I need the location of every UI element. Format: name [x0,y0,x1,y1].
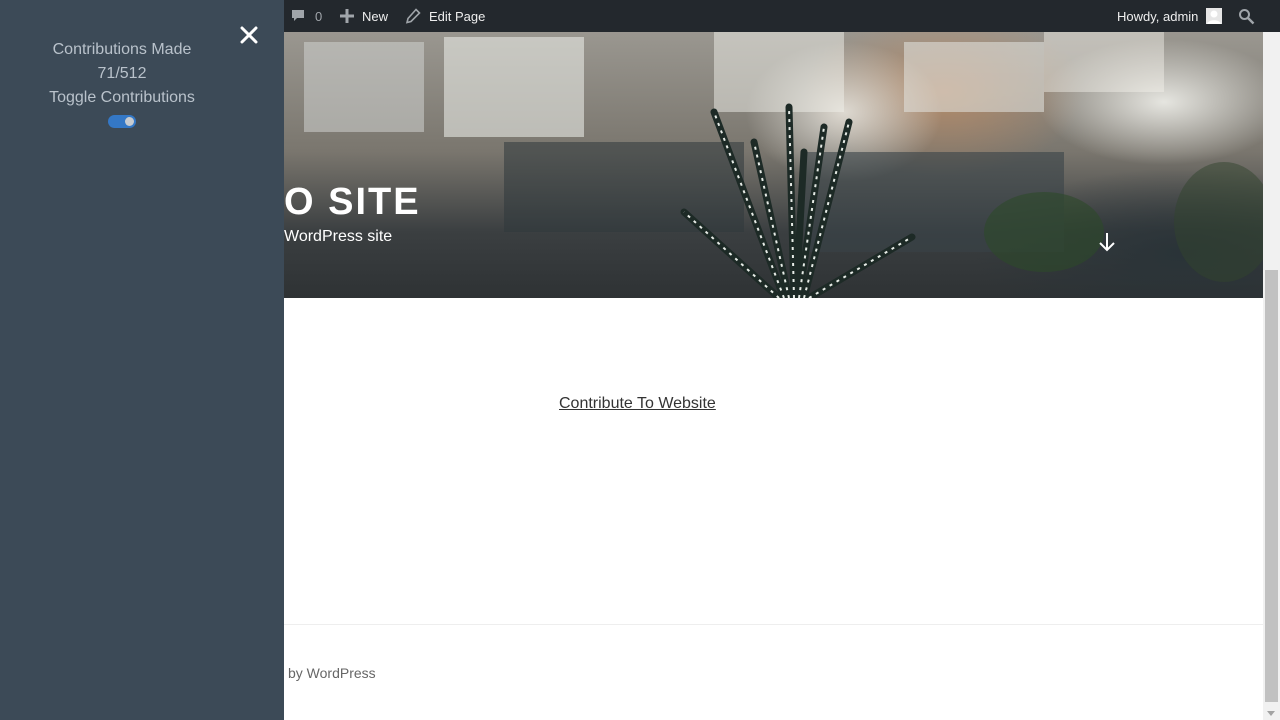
contributions-title: Contributions Made [52,41,192,58]
comments-menu[interactable]: 0 [290,0,322,32]
edit-page-label: Edit Page [429,8,486,24]
my-account-menu[interactable]: Howdy, admin [1117,0,1223,32]
pencil-icon [405,8,421,24]
contributions-panel: Contributions Made 71/512 Toggle Contrib… [0,0,284,720]
avatar [1206,8,1223,24]
footer-powered-by[interactable]: by WordPress [288,665,376,681]
scrollbar-thumb[interactable] [1265,270,1278,702]
footer-divider [284,624,1263,625]
toggle-contributions-label: Toggle Contributions [49,89,195,106]
edit-page-link[interactable]: Edit Page [405,0,485,32]
site-title[interactable]: O SITE [284,178,421,226]
new-label: New [362,8,389,24]
contributions-count: 71/512 [97,65,147,82]
comments-count: 0 [315,8,323,24]
scroll-down-icon[interactable] [1267,711,1275,716]
new-content-menu[interactable]: New [339,0,388,32]
plant-image [304,32,1263,298]
comment-icon [290,8,306,24]
plus-icon [339,8,355,24]
site-description: WordPress site [284,228,393,245]
howdy-label: Howdy, admin [1117,8,1199,24]
search-button[interactable] [1238,0,1255,32]
toggle-knob [125,117,134,126]
search-icon [1238,8,1255,25]
header-image [284,32,1263,298]
page-scrollbar[interactable] [1263,32,1280,720]
scroll-down-arrow-icon[interactable] [1097,231,1117,258]
contributions-toggle[interactable] [108,115,136,128]
contribute-link[interactable]: Contribute To Website [559,395,716,413]
